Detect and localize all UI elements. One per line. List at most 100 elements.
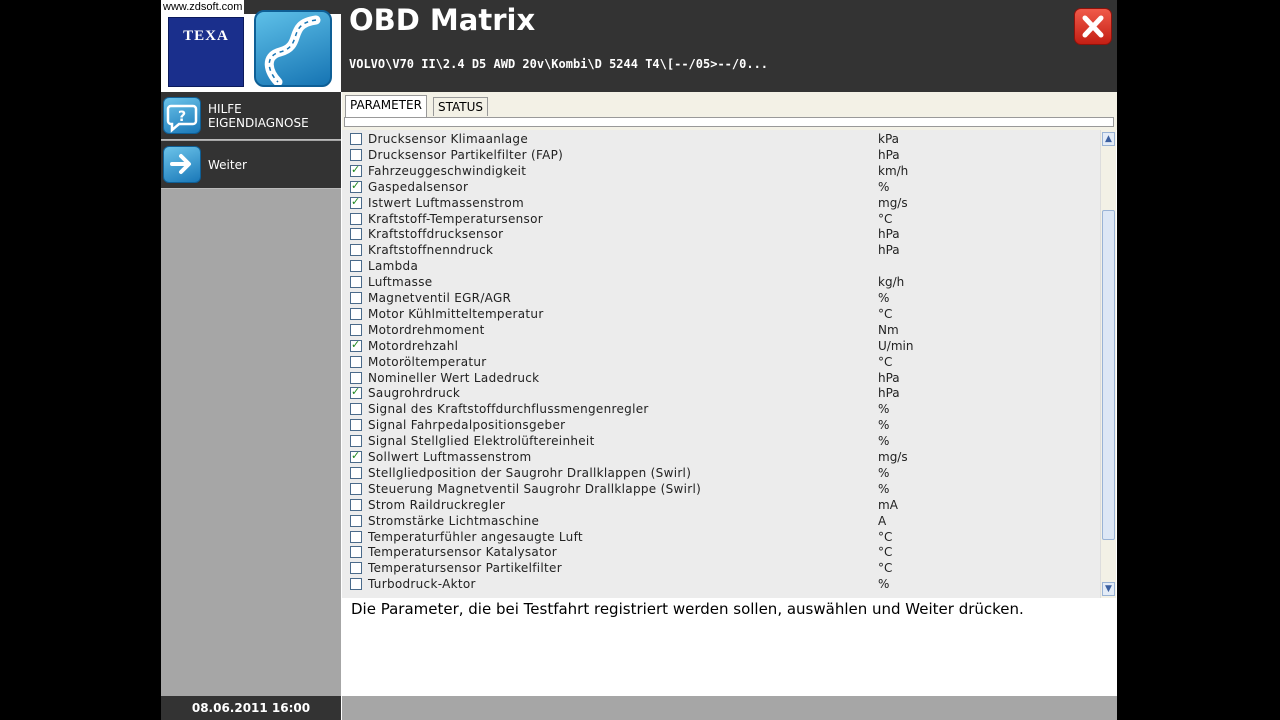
parameter-checkbox[interactable] (350, 179, 362, 193)
svg-text:?: ? (178, 109, 186, 125)
datetime-display: 08.06.2011 16:00 (161, 696, 341, 720)
parameter-unit: °C (878, 211, 893, 226)
parameter-checkbox[interactable] (350, 276, 362, 289)
parameter-row[interactable]: Signal des Kraftstoffdurchflussmengenreg… (342, 401, 1100, 417)
parameter-row[interactable]: Kraftstoffnenndruck hPa (342, 242, 1100, 258)
parameter-unit: kPa (878, 132, 899, 146)
scroll-up-icon[interactable]: ▲ (1102, 132, 1115, 146)
parameter-row[interactable]: Motoröltemperatur °C (342, 354, 1100, 370)
parameter-checkbox[interactable] (350, 292, 362, 304)
parameter-row[interactable]: Motor Kühlmitteltemperatur °C (342, 306, 1100, 322)
close-button[interactable] (1074, 8, 1112, 45)
parameter-row[interactable]: Temperatursensor Katalysator °C (342, 544, 1100, 560)
parameter-checkbox[interactable] (350, 260, 362, 273)
parameter-checkbox[interactable] (350, 228, 362, 241)
parameter-row[interactable]: Drucksensor Partikelfilter (FAP) hPa (342, 147, 1100, 163)
parameter-checkbox[interactable] (350, 578, 362, 591)
parameter-unit: U/min (878, 338, 914, 353)
parameter-row[interactable]: Kraftstoffdrucksensor hPa (342, 226, 1100, 242)
tab-parameter[interactable]: PARAMETER (345, 95, 427, 118)
parameter-unit: hPa (878, 147, 900, 162)
parameter-name: Drucksensor Klimaanlage (368, 132, 529, 146)
parameter-checkbox[interactable] (350, 195, 362, 209)
parameter-row[interactable]: Stromstärke Lichtmaschine A (342, 513, 1100, 529)
watermark-text: www.zdsoft.com (161, 0, 245, 14)
parameter-row[interactable]: Signal Stellglied Elektrolüftereinheit% (342, 433, 1100, 449)
help-question-icon: ? (163, 97, 201, 134)
parameter-row[interactable]: Motordrehzahl U/min (342, 338, 1100, 354)
scroll-down-icon[interactable]: ▼ (1102, 582, 1115, 596)
parameter-row[interactable]: Istwert Luftmassenstrom mg/s (342, 195, 1100, 211)
parameter-checkbox[interactable] (350, 498, 362, 511)
parameter-checkbox[interactable] (350, 338, 362, 352)
scroll-thumb[interactable] (1102, 210, 1115, 540)
parameter-checkbox[interactable] (350, 403, 362, 416)
parameter-checkbox[interactable] (350, 307, 362, 320)
parameter-name: Lambda (368, 259, 419, 274)
parameter-row[interactable]: Steuerung Magnetventil Saugrohr Drallkla… (342, 481, 1100, 497)
help-label-line1: HILFE (208, 102, 242, 116)
parameter-checkbox[interactable] (350, 530, 362, 543)
parameter-row[interactable]: Gaspedalsensor% (342, 179, 1100, 195)
help-self-diagnosis-button[interactable]: ? HILFE EIGENDIAGNOSE (161, 92, 341, 140)
parameter-row[interactable]: Signal Fahrpedalpositionsgeber% (342, 417, 1100, 433)
parameter-name: Stromstärke Lichtmaschine (368, 513, 540, 528)
parameter-name: Temperaturfühler angesaugte Luft (368, 529, 583, 544)
parameter-unit: hPa (878, 386, 900, 401)
parameter-checkbox[interactable] (350, 419, 362, 432)
parameter-checkbox[interactable] (350, 323, 362, 336)
parameter-unit: % (878, 291, 890, 305)
parameter-unit: °C (878, 545, 893, 560)
parameter-unit: % (878, 434, 890, 449)
parameter-checkbox[interactable] (350, 212, 362, 225)
parameter-row[interactable]: Lambda (342, 258, 1100, 274)
parameter-checkbox[interactable] (350, 449, 362, 463)
parameter-row[interactable]: Kraftstoff-Temperatursensor °C (342, 211, 1100, 227)
parameter-name: Signal des Kraftstoffdurchflussmengenreg… (368, 402, 649, 417)
parameter-name: Luftmasse (368, 275, 433, 290)
parameter-checkbox[interactable] (350, 385, 362, 400)
parameter-row[interactable]: Temperatursensor Partikelfilter °C (342, 560, 1100, 576)
parameter-row[interactable]: Stellgliedposition der Saugrohr Drallkla… (342, 465, 1100, 481)
parameter-checkbox[interactable] (350, 562, 362, 575)
tab-content-border (344, 117, 1114, 127)
parameter-unit: % (878, 465, 890, 480)
parameter-checkbox[interactable] (350, 148, 362, 161)
parameter-row[interactable]: Fahrzeuggeschwindigkeit km/h (342, 163, 1100, 179)
parameter-row[interactable]: Nomineller Wert Ladedruck hPa (342, 370, 1100, 386)
parameter-checkbox[interactable] (350, 244, 362, 257)
parameter-checkbox[interactable] (350, 482, 362, 495)
parameter-row[interactable]: Strom Raildruckregler mA (342, 497, 1100, 513)
parameter-checkbox[interactable] (350, 355, 362, 368)
parameter-row[interactable]: Saugrohrdruck hPa (342, 385, 1100, 401)
parameter-checkbox[interactable] (350, 371, 362, 384)
tab-status[interactable]: STATUS (433, 97, 489, 116)
parameter-row[interactable]: Magnetventil EGR/AGR% (342, 290, 1100, 306)
parameter-row[interactable]: Luftmasse kg/h (342, 274, 1100, 290)
parameter-row[interactable]: Sollwert Luftmassenstrom mg/s (342, 449, 1100, 465)
help-label-line2: EIGENDIAGNOSE (208, 116, 309, 130)
next-label: Weiter (208, 158, 247, 172)
parameter-checkbox[interactable] (350, 163, 362, 177)
parameter-unit: hPa (878, 243, 900, 258)
parameter-checkbox[interactable] (350, 514, 362, 527)
parameter-unit: % (878, 418, 890, 433)
parameter-name: Saugrohrdruck (368, 386, 461, 401)
parameter-checkbox[interactable] (350, 435, 362, 448)
parameter-unit: kg/h (878, 275, 905, 290)
parameter-row[interactable]: Turbodruck-Aktor% (342, 576, 1100, 592)
next-button[interactable]: Weiter (161, 141, 341, 189)
header-bar: TEXA www.zdsoft.com OBD Matrix VOLVO\V70… (161, 0, 1117, 92)
parameter-name: Gaspedalsensor (368, 179, 469, 194)
parameter-name: Kraftstoff-Temperatursensor (368, 211, 543, 226)
parameter-checkbox[interactable] (350, 133, 362, 145)
vertical-scrollbar[interactable]: ▲ ▼ (1100, 130, 1116, 598)
parameter-row[interactable]: Drucksensor Klimaanlage kPa (342, 131, 1100, 147)
parameter-checkbox[interactable] (350, 546, 362, 559)
parameter-checkbox[interactable] (350, 466, 362, 479)
parameter-row[interactable]: Motordrehmoment Nm (342, 322, 1100, 338)
parameter-name: Nomineller Wert Ladedruck (368, 370, 540, 385)
parameter-row[interactable]: Temperaturfühler angesaugte Luft °C (342, 529, 1100, 545)
main-panel: PARAMETER STATUS Drucksensor Klimaanlage… (342, 92, 1117, 720)
parameter-unit: % (878, 577, 890, 592)
